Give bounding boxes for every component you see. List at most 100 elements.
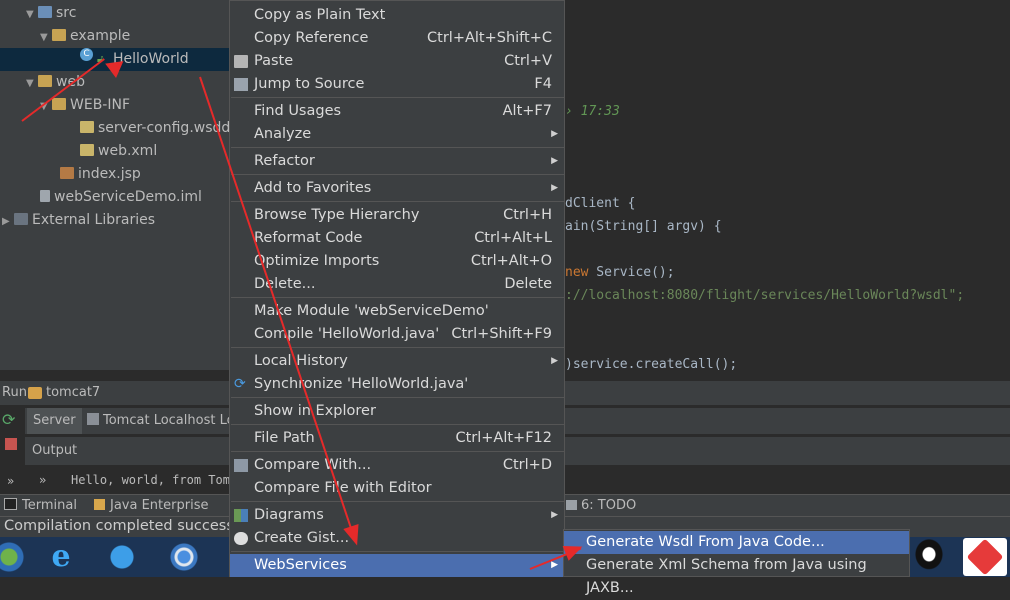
chat-app-icon[interactable] <box>103 540 141 574</box>
menu-separator <box>231 397 565 398</box>
output-line: Hello, world, from Tom.. <box>71 473 245 487</box>
tab-label: Tomcat Localhost Log <box>103 413 243 428</box>
tree-item-example[interactable]: ▼ example <box>40 25 130 48</box>
package-icon <box>52 29 66 41</box>
menu-item-label: Delete... <box>254 276 316 292</box>
menu-item-find-usages[interactable]: Find Usages Alt+F7 <box>230 100 564 123</box>
menu-item-label: Diagrams <box>254 507 324 523</box>
qq-icon[interactable] <box>912 539 946 573</box>
menu-item-local-history[interactable]: Local History ▶ <box>230 350 564 373</box>
shortcut-label: Ctrl+Alt+Shift+C <box>427 30 552 46</box>
tool-tab-todo[interactable]: 6: TODO <box>566 495 636 517</box>
shortcut-label: F4 <box>534 76 552 92</box>
menu-item-label: Compare With... <box>254 457 372 473</box>
menu-item-generate-wsdl[interactable]: Generate Wsdl From Java Code... <box>564 531 909 554</box>
java-class-icon: C <box>80 48 93 61</box>
java-enterprise-icon <box>94 499 105 510</box>
tree-item-web[interactable]: ▼web <box>26 71 85 94</box>
menu-separator <box>231 424 565 425</box>
menu-item-add-to-favorites[interactable]: Add to Favorites ▶ <box>230 177 564 200</box>
tree-item-external-libraries[interactable]: ▶ External Libraries <box>2 209 155 232</box>
start-button-icon[interactable] <box>0 540 28 574</box>
config-file-icon <box>80 121 94 133</box>
expand-arrow-icon[interactable]: ▼ <box>26 3 38 26</box>
submenu-arrow-icon: ▶ <box>551 183 558 193</box>
tool-tab-label: Java Enterprise <box>110 498 209 513</box>
source-folder-icon <box>38 6 52 18</box>
shortcut-label: Ctrl+H <box>503 207 552 223</box>
tree-item-web-xml[interactable]: web.xml <box>80 140 157 163</box>
tomcat-icon <box>28 387 42 399</box>
fold-icon[interactable]: » <box>39 473 46 487</box>
menu-separator <box>231 174 565 175</box>
menu-item-label: Add to Favorites <box>254 180 372 196</box>
tree-item-server-config[interactable]: server-config.wsdd <box>80 117 230 140</box>
menu-item-optimize-imports[interactable]: Optimize Imports Ctrl+Alt+O <box>230 250 564 273</box>
menu-item-compile[interactable]: Compile 'HelloWorld.java' Ctrl+Shift+F9 <box>230 323 564 346</box>
menu-item-refactor[interactable]: Refactor ▶ <box>230 150 564 173</box>
menu-item-copy-reference[interactable]: Copy Reference Ctrl+Alt+Shift+C <box>230 27 564 50</box>
menu-item-browse-type-hierarchy[interactable]: Browse Type Hierarchy Ctrl+H <box>230 204 564 227</box>
menu-item-diagrams[interactable]: Diagrams ▶ <box>230 504 564 527</box>
red-diamond-icon <box>966 538 1004 576</box>
github-icon <box>234 532 248 545</box>
run-config-name[interactable]: tomcat7 <box>46 385 100 400</box>
tree-item-label: External Libraries <box>32 212 155 228</box>
stop-icon[interactable] <box>5 438 17 450</box>
menu-item-compare-file-with-editor[interactable]: Compare File with Editor <box>230 477 564 500</box>
expand-arrow-icon[interactable]: ▶ <box>2 210 14 233</box>
menu-item-delete[interactable]: Delete... Delete <box>230 273 564 296</box>
shortcut-label: Delete <box>504 276 552 292</box>
chrome-icon[interactable] <box>165 540 203 574</box>
todo-icon <box>566 500 577 510</box>
code-text: Service(); <box>588 265 675 280</box>
libraries-icon <box>14 213 28 225</box>
app-icon[interactable] <box>963 538 1007 576</box>
folder-icon <box>38 75 52 87</box>
tab-tomcat-localhost-log[interactable]: Tomcat Localhost Log <box>81 408 249 434</box>
tree-item-index-jsp[interactable]: index.jsp <box>60 163 141 186</box>
tree-item-iml[interactable]: webServiceDemo.iml <box>40 186 202 209</box>
menu-item-reformat-code[interactable]: Reformat Code Ctrl+Alt+L <box>230 227 564 250</box>
code-keyword: new <box>565 265 589 280</box>
tree-item-label: example <box>70 28 131 44</box>
menu-item-copy-as-plain-text[interactable]: Copy as Plain Text <box>230 4 564 27</box>
run-label: Run <box>2 385 27 400</box>
shortcut-label: Ctrl+D <box>502 457 552 473</box>
diagram-icon <box>234 509 248 522</box>
internet-explorer-icon[interactable]: e <box>42 540 80 574</box>
tree-item-src[interactable]: ▼ src <box>26 2 76 25</box>
shortcut-label: Ctrl+Shift+F9 <box>451 326 552 342</box>
folder-icon <box>52 98 66 110</box>
menu-item-analyze[interactable]: Analyze ▶ <box>230 123 564 146</box>
tool-tab-java-enterprise[interactable]: Java Enterprise <box>94 495 208 517</box>
menu-separator <box>231 501 565 502</box>
code-comment: › 17:33 <box>565 104 620 119</box>
menu-item-synchronize[interactable]: ⟳ Synchronize 'HelloWorld.java' <box>230 373 564 396</box>
menu-item-label: Refactor <box>254 153 315 169</box>
menu-item-label: Make Module 'webServiceDemo' <box>254 303 489 319</box>
menu-item-compare-with[interactable]: Compare With... Ctrl+D <box>230 454 564 477</box>
submenu-arrow-icon: ▶ <box>551 356 558 366</box>
menu-item-show-in-explorer[interactable]: Show in Explorer <box>230 400 564 423</box>
menu-item-create-gist[interactable]: Create Gist... <box>230 527 564 550</box>
menu-item-label: Generate Xml Schema from Java using JAXB… <box>586 557 867 596</box>
iml-file-icon <box>40 190 50 202</box>
menu-separator <box>231 147 565 148</box>
menu-item-webservices[interactable]: WebServices ▶ <box>230 554 564 577</box>
menu-item-label: Compare File with Editor <box>254 480 432 496</box>
more-icon[interactable]: » <box>7 474 14 488</box>
rerun-icon[interactable]: ⟳ <box>2 410 20 429</box>
expand-arrow-icon[interactable]: ▼ <box>40 26 52 49</box>
tab-server[interactable]: Server <box>27 408 82 434</box>
menu-item-jump-to-source[interactable]: Jump to Source F4 <box>230 73 564 96</box>
tool-tab-label: Terminal <box>22 498 77 513</box>
tool-tab-terminal[interactable]: Terminal <box>4 495 77 517</box>
menu-item-paste[interactable]: Paste Ctrl+V <box>230 50 564 73</box>
menu-item-file-path[interactable]: File Path Ctrl+Alt+F12 <box>230 427 564 450</box>
menu-separator <box>231 451 565 452</box>
menu-item-label: Paste <box>254 53 294 69</box>
code-editor[interactable]: › 17:33 dClient { ain(String[] argv) { n… <box>565 0 1010 375</box>
menu-item-generate-xml-schema[interactable]: Generate Xml Schema from Java using JAXB… <box>564 554 909 596</box>
expand-arrow-icon[interactable]: ▼ <box>26 72 38 95</box>
